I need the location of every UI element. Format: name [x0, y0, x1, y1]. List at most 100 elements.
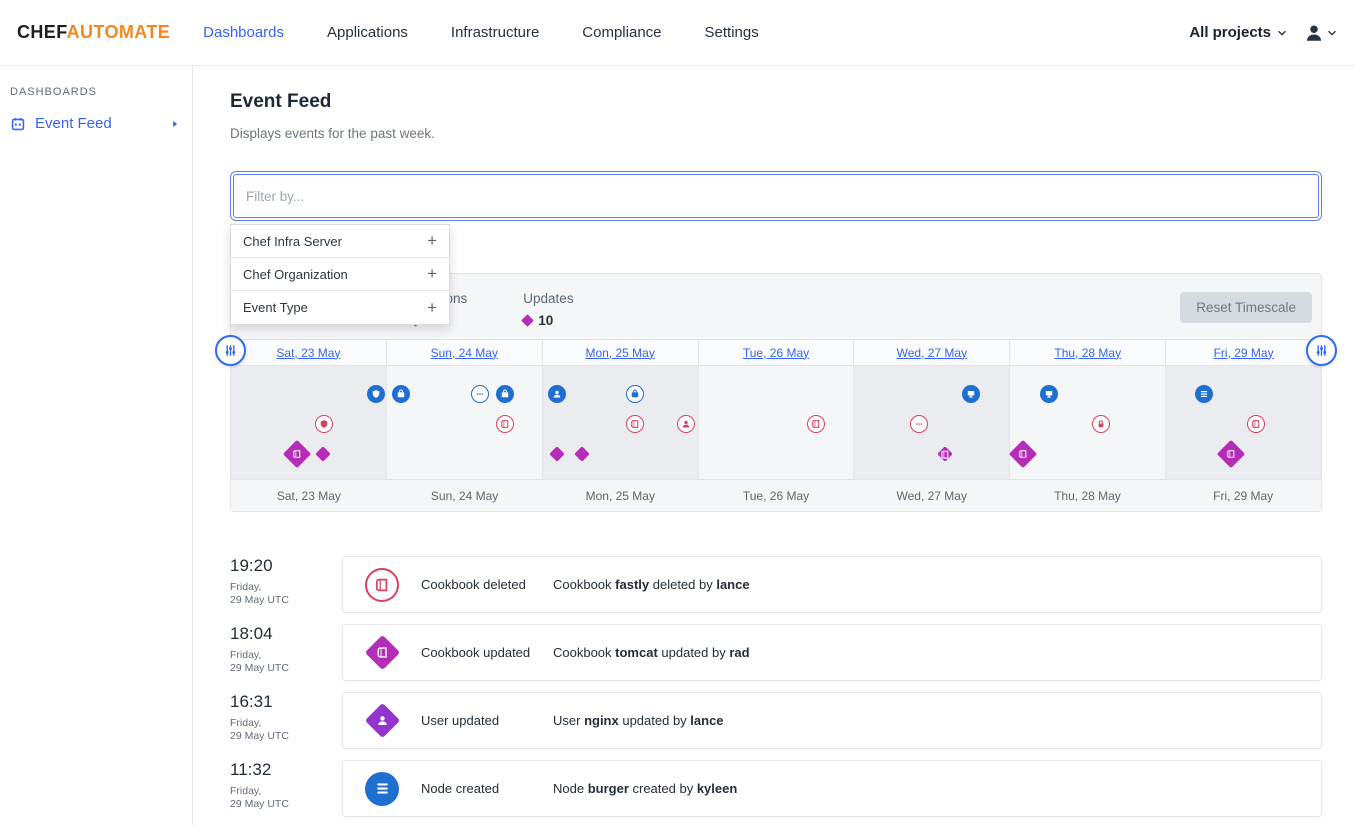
- event-entity-name: tomcat: [615, 645, 658, 660]
- timeline-icons-layer: [231, 366, 1321, 479]
- event-description-text: updated by: [619, 713, 691, 728]
- event-entity-name: fastly: [615, 577, 649, 592]
- timeline-event-deleted[interactable]: [496, 415, 514, 433]
- slider-grip-icon: [223, 343, 238, 358]
- expand-plus-icon[interactable]: +: [427, 231, 437, 251]
- timeline-event-deleted[interactable]: [315, 415, 333, 433]
- expand-plus-icon[interactable]: +: [427, 264, 437, 284]
- bag-icon: [396, 389, 406, 399]
- bag-icon: [500, 389, 510, 399]
- event-entity-name: kyleen: [697, 781, 737, 796]
- timeline-day-link-sat-23-may[interactable]: Sat, 23 May: [231, 340, 387, 365]
- timeline-event-created[interactable]: [1040, 385, 1058, 403]
- event-description-text: Node: [553, 781, 588, 796]
- book-icon: [630, 419, 640, 429]
- filter-category-chef-organization[interactable]: Chef Organization +: [231, 258, 449, 291]
- event-card[interactable]: User updatedUser nginx updated by lance: [342, 692, 1322, 749]
- timeline-event-updated[interactable]: [549, 446, 565, 462]
- nav-item-applications[interactable]: Applications: [327, 24, 408, 41]
- filter-category-label: Chef Organization: [243, 267, 348, 282]
- timeline-day-label-sun-24-may: Sun, 24 May: [387, 480, 543, 511]
- event-description: User nginx updated by lance: [553, 713, 724, 728]
- timeline-event-deleted[interactable]: [677, 415, 695, 433]
- expand-plus-icon[interactable]: +: [427, 298, 437, 318]
- event-icon-box: [364, 703, 400, 739]
- timeline-event-updated[interactable]: [574, 446, 590, 462]
- timeline-event-deleted[interactable]: [626, 415, 644, 433]
- book-icon: [376, 646, 389, 659]
- nav-item-dashboards[interactable]: Dashboards: [203, 24, 284, 41]
- filter-category-label: Chef Infra Server: [243, 234, 342, 249]
- timeline-event-deleted[interactable]: [910, 415, 928, 433]
- shield-icon: [371, 389, 381, 399]
- event-description: Cookbook tomcat updated by rad: [553, 645, 750, 660]
- timescale-handle-left[interactable]: [215, 335, 246, 366]
- user-icon: [552, 389, 562, 399]
- calendar-icon: [10, 116, 26, 132]
- event-card[interactable]: Node createdNode burger created by kylee…: [342, 760, 1322, 817]
- timeline-event-deleted[interactable]: [807, 415, 825, 433]
- logo-chef: CHEF: [17, 22, 67, 42]
- sidebar: DASHBOARDS Event Feed: [0, 66, 193, 825]
- user-icon: [376, 714, 389, 727]
- timeline-event-deleted[interactable]: [1092, 415, 1110, 433]
- filter-category-event-type[interactable]: Event Type +: [231, 291, 449, 324]
- timeline-day-link-sun-24-may[interactable]: Sun, 24 May: [387, 340, 543, 365]
- event-card[interactable]: Cookbook updatedCookbook tomcat updated …: [342, 624, 1322, 681]
- event-description-text: deleted by: [649, 577, 716, 592]
- top-navbar: CHEFAUTOMATE Dashboards Applications Infra…: [0, 0, 1354, 66]
- timeline-event-deleted[interactable]: [1247, 415, 1265, 433]
- event-type-label: Cookbook deleted: [421, 577, 553, 592]
- timeline-day-label-wed-27-may: Wed, 27 May: [854, 480, 1010, 511]
- event-row: 16:31Friday,29 May UTCUser updatedUser n…: [230, 692, 1322, 749]
- event-entity-name: burger: [588, 781, 629, 796]
- chevron-down-icon: [1326, 27, 1338, 39]
- timeline-event-updated[interactable]: [1216, 440, 1244, 468]
- sidebar-items: Event Feed: [0, 108, 192, 139]
- timeline-event-created[interactable]: [392, 385, 410, 403]
- timeline-day-link-wed-27-may[interactable]: Wed, 27 May: [854, 340, 1010, 365]
- navbar-right: All projects: [1189, 23, 1338, 43]
- timeline-event-created[interactable]: [496, 385, 514, 403]
- timeline-event-updated[interactable]: [937, 446, 953, 462]
- timeline-day-link-thu-28-may[interactable]: Thu, 28 May: [1010, 340, 1166, 365]
- stat-updates: Updates10: [523, 291, 573, 328]
- timeline-day-link-tue-26-may[interactable]: Tue, 26 May: [699, 340, 855, 365]
- logo-automate: AUTOMATE: [67, 22, 171, 42]
- timeline-event-created[interactable]: [367, 385, 385, 403]
- timeline-day-link-fri-29-may[interactable]: Fri, 29 May: [1166, 340, 1321, 365]
- event-row: 11:32Friday,29 May UTCNode createdNode b…: [230, 760, 1322, 817]
- timeline-day-link-mon-25-may[interactable]: Mon, 25 May: [543, 340, 699, 365]
- user-icon: [1304, 23, 1324, 43]
- timeline-event-updated[interactable]: [1009, 440, 1037, 468]
- timeline-event-created[interactable]: [471, 385, 489, 403]
- main-nav: Dashboards Applications Infrastructure Comp…: [203, 24, 759, 41]
- event-card[interactable]: Cookbook deletedCookbook fastly deleted …: [342, 556, 1322, 613]
- nav-item-compliance[interactable]: Compliance: [582, 24, 661, 41]
- user-menu[interactable]: [1304, 23, 1338, 43]
- filter-input[interactable]: [230, 171, 1322, 221]
- sidebar-item-event-feed[interactable]: Event Feed: [0, 108, 192, 139]
- event-type-icon: [364, 703, 399, 738]
- timeline-event-created[interactable]: [548, 385, 566, 403]
- nav-item-infrastructure[interactable]: Infrastructure: [451, 24, 539, 41]
- timeline-event-created[interactable]: [626, 385, 644, 403]
- filter-category-label: Event Type: [243, 300, 308, 315]
- event-entity-name: lance: [690, 713, 723, 728]
- sidebar-item-label: Event Feed: [35, 115, 112, 132]
- book-icon: [500, 419, 510, 429]
- reset-timescale-button[interactable]: Reset Timescale: [1180, 292, 1312, 323]
- timeline-event-created[interactable]: [1195, 385, 1213, 403]
- timeline-event-updated[interactable]: [315, 446, 331, 462]
- projects-selector-label: All projects: [1189, 24, 1271, 41]
- timeline-day-label-mon-25-may: Mon, 25 May: [542, 480, 698, 511]
- projects-selector[interactable]: All projects: [1189, 24, 1288, 41]
- timeline-event-created[interactable]: [962, 385, 980, 403]
- nav-item-settings[interactable]: Settings: [705, 24, 759, 41]
- timescale-handle-right[interactable]: [1306, 335, 1337, 366]
- page-title: Event Feed: [230, 91, 331, 113]
- timeline-event-updated[interactable]: [283, 440, 311, 468]
- triangle-right-icon: [170, 119, 180, 129]
- filter-category-chef-infra-server[interactable]: Chef Infra Server +: [231, 225, 449, 258]
- event-type-icon: [365, 568, 399, 602]
